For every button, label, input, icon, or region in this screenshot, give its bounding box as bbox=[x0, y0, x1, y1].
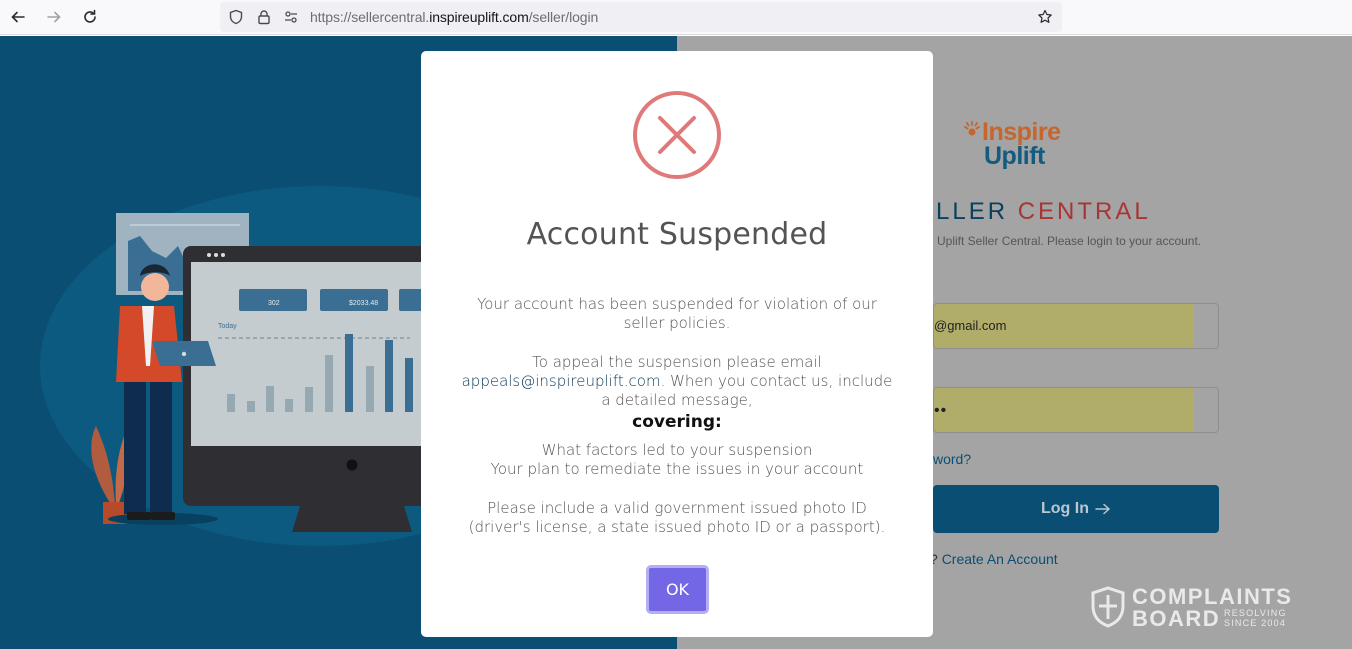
forward-arrow-icon[interactable] bbox=[42, 5, 66, 29]
arrow-right-icon bbox=[1095, 503, 1111, 515]
stat-card-1-value: 302 bbox=[268, 300, 280, 307]
suspension-modal: Account Suspended Your account has been … bbox=[421, 51, 933, 637]
reload-icon[interactable] bbox=[78, 5, 102, 29]
email-field[interactable]: @gmail.com bbox=[933, 303, 1219, 349]
star-icon[interactable] bbox=[1036, 8, 1054, 26]
photo-id-message: Please include a valid government issued… bbox=[468, 499, 886, 536]
password-field-value: •• bbox=[934, 402, 948, 419]
plant-leaf bbox=[91, 426, 115, 506]
url-path: /seller/login bbox=[528, 9, 599, 25]
email-field-value: @gmail.com bbox=[934, 318, 1007, 333]
url-prefix: https://sellercentral. bbox=[310, 9, 430, 25]
logo-text-uplift: Uplift bbox=[984, 142, 1045, 170]
person-legs bbox=[124, 380, 146, 514]
watermark-tag2: SINCE 2004 bbox=[1224, 618, 1287, 628]
shield-icon[interactable] bbox=[227, 8, 245, 26]
password-field[interactable]: •• bbox=[933, 387, 1219, 433]
seller-central-title: LLER CENTRAL bbox=[936, 198, 1151, 226]
back-arrow-icon[interactable] bbox=[6, 5, 30, 29]
browser-toolbar: https://sellercentral.inspireuplift.com/… bbox=[0, 0, 1352, 35]
shield-logo-icon bbox=[1091, 586, 1125, 628]
permissions-icon[interactable] bbox=[282, 8, 300, 26]
url-host: inspireuplift.com bbox=[429, 9, 529, 25]
ok-button[interactable]: OK bbox=[646, 565, 709, 614]
watermark-tag1: RESOLVING bbox=[1224, 608, 1287, 618]
stat-card-2-value: $2033.48 bbox=[349, 300, 378, 307]
appeal-email-link[interactable]: appeals@inspireuplift.com bbox=[462, 372, 661, 390]
inspire-uplift-logo: Inspire Uplift bbox=[960, 116, 1080, 172]
covering-heading: covering: bbox=[632, 412, 722, 432]
factor-item-1: What factors led to your suspension bbox=[541, 441, 813, 459]
complaints-board-watermark: COMPLAINTS BOARD RESOLVING SINCE 2004 bbox=[1090, 584, 1310, 632]
sun-icon bbox=[964, 121, 980, 136]
url-text: https://sellercentral.inspireuplift.com/… bbox=[310, 9, 598, 25]
today-label: Today bbox=[218, 323, 237, 330]
monitor-button bbox=[346, 459, 358, 471]
watermark-line2: BOARD bbox=[1132, 606, 1221, 631]
login-button[interactable]: Log In bbox=[933, 485, 1219, 533]
login-button-label: Log In bbox=[1041, 500, 1089, 517]
modal-title: Account Suspended bbox=[526, 217, 828, 252]
title-part-a: LLER bbox=[936, 198, 1009, 225]
watermark-tagline: RESOLVING SINCE 2004 bbox=[1224, 608, 1287, 628]
lock-icon[interactable] bbox=[255, 8, 273, 26]
appeal-message: To appeal the suspension please email app… bbox=[461, 353, 893, 410]
monitor-stand bbox=[292, 506, 412, 532]
error-x-icon bbox=[633, 91, 721, 179]
title-part-b: CENTRAL bbox=[1017, 198, 1151, 225]
person-head bbox=[141, 273, 169, 301]
address-bar[interactable]: https://sellercentral.inspireuplift.com/… bbox=[220, 2, 1062, 32]
create-account-link[interactable]: Create An Account bbox=[942, 551, 1058, 567]
factor-item-2: Your plan to remediate the issues in you… bbox=[490, 460, 864, 478]
forgot-password-link[interactable]: word? bbox=[933, 451, 971, 467]
appeal-pre: To appeal the suspension please email bbox=[532, 353, 822, 371]
suspension-message: Your account has been suspended for viol… bbox=[477, 295, 877, 332]
welcome-text: Uplift Seller Central. Please login to y… bbox=[937, 234, 1202, 248]
create-account-line: ? Create An Account bbox=[930, 551, 1058, 567]
